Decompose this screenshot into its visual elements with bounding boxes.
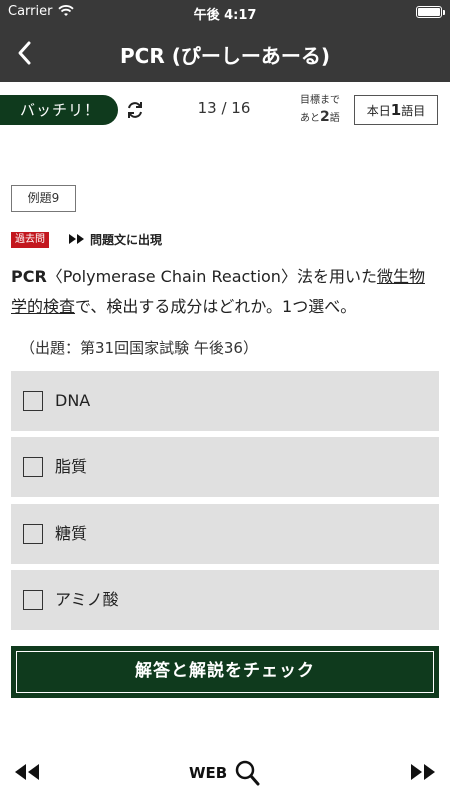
search-icon[interactable] — [234, 759, 260, 787]
question-counter: 13 / 16 — [197, 99, 251, 117]
choice-label: DNA — [55, 391, 91, 410]
today-count: 1 — [390, 101, 402, 119]
choice-option[interactable]: 脂質 — [11, 437, 439, 497]
checkbox-icon[interactable] — [23, 457, 43, 477]
refresh-icon[interactable] — [124, 99, 146, 121]
page-title: PCR (ぴーしーあーる) — [120, 44, 330, 68]
question-text-before: 〈Polymerase Chain Reaction〉法を用いた — [46, 267, 377, 286]
double-play-icon — [69, 234, 84, 244]
today-prefix: 本日 — [366, 104, 391, 118]
choice-label: 糖質 — [55, 524, 88, 543]
checkbox-icon[interactable] — [23, 590, 43, 610]
batchiri-button[interactable]: バッチリ！ — [0, 95, 118, 125]
shown-label-text: 問題文に出現 — [90, 233, 163, 247]
example-label: 例題9 — [11, 185, 76, 212]
goal-count: 2 — [320, 109, 330, 125]
today-suffix: 語目 — [401, 104, 426, 118]
navigation-bar: PCR (ぴーしーあーる) — [0, 24, 450, 82]
choice-label: アミノ酸 — [55, 590, 119, 609]
check-answer-label: 解答と解説をチェック — [16, 651, 434, 693]
goal-prefix: あと — [300, 113, 320, 124]
question-term: PCR — [11, 267, 47, 286]
checkbox-icon[interactable] — [23, 524, 43, 544]
goal-suffix: 語 — [329, 113, 340, 124]
past-exam-badge: 過去問 — [11, 232, 49, 248]
goal-line1: 目標まで — [300, 95, 340, 106]
choice-option[interactable]: DNA — [11, 371, 439, 431]
status-bar: Carrier 午後 4:17 — [0, 0, 450, 24]
question-text: PCR〈Polymerase Chain Reaction〉法を用いた微生物学的… — [11, 262, 439, 322]
choice-label: 脂質 — [55, 457, 88, 476]
progress-row: バッチリ！ 13 / 16 目標まで あと2語 本日1語目 — [0, 90, 450, 130]
next-icon[interactable] — [410, 763, 436, 781]
check-answer-button[interactable]: 解答と解説をチェック — [11, 646, 439, 698]
status-time: 午後 4:17 — [193, 8, 257, 23]
goal-remaining: 目標まで あと2語 — [300, 93, 350, 127]
choice-option[interactable]: アミノ酸 — [11, 570, 439, 630]
bottom-toolbar: WEB — [0, 755, 450, 791]
checkbox-icon[interactable] — [23, 391, 43, 411]
choice-option[interactable]: 糖質 — [11, 504, 439, 564]
question-source: （出題：第31回国家試験 午後36） — [20, 339, 258, 357]
shown-in-question: 問題文に出現 — [68, 232, 162, 248]
back-chevron-icon[interactable] — [12, 38, 40, 68]
question-text-after: で、検出する成分はどれか。1つ選べ。 — [75, 297, 357, 316]
battery-icon — [416, 6, 445, 18]
web-search-label[interactable]: WEB — [189, 761, 227, 785]
previous-icon[interactable] — [14, 763, 40, 781]
today-count-box: 本日1語目 — [354, 95, 438, 125]
